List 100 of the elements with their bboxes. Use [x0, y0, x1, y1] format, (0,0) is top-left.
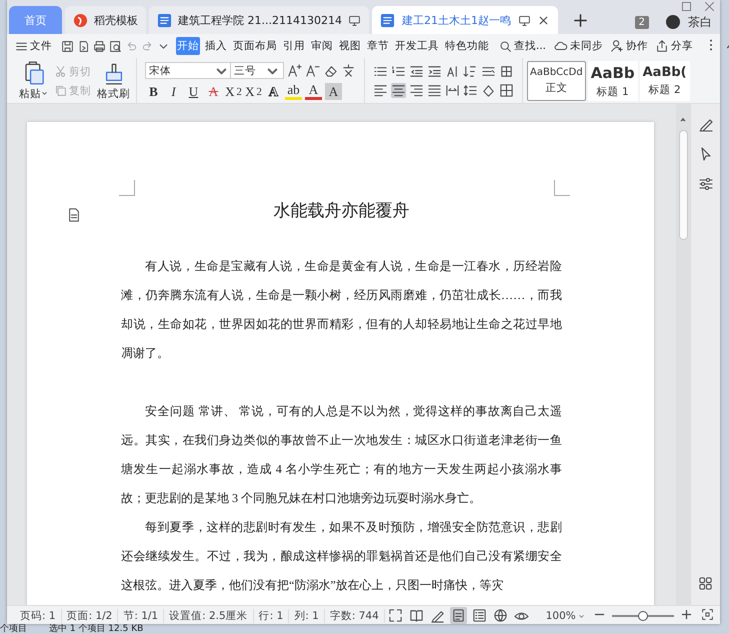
line-spacing-icon[interactable]	[463, 83, 478, 98]
bulleted-list-icon[interactable]	[373, 64, 388, 79]
decrease-indent-icon[interactable]	[409, 64, 424, 79]
align-left-icon[interactable]	[373, 83, 388, 98]
zoom-select[interactable]: 100%	[546, 610, 585, 622]
ribbon-tab[interactable]: 章节	[366, 37, 390, 55]
document-icon[interactable]	[67, 208, 81, 222]
monitor-icon[interactable]	[348, 14, 361, 26]
user-name[interactable]: 茶白	[688, 14, 712, 30]
document-tab[interactable]: 建工21土木土1赵一鸣	[372, 6, 558, 34]
font-size-select[interactable]: 三号	[230, 62, 284, 79]
paste-button[interactable]: 粘贴	[19, 61, 48, 101]
ribbon-tab[interactable]: 审阅	[310, 37, 334, 55]
ribbon-tab[interactable]: 插入	[204, 37, 228, 55]
margin-corner-mark	[119, 180, 135, 196]
status-item: 页码: 1	[15, 608, 62, 622]
cloud-button[interactable]: 未同步	[554, 39, 604, 53]
grow-font-icon[interactable]	[287, 63, 302, 78]
explorer-status-text: 个项目	[0, 624, 27, 634]
ribbon-tab[interactable]: 引用	[282, 37, 306, 55]
monitor-icon[interactable]	[518, 14, 531, 26]
font-select[interactable]: 宋体	[145, 62, 233, 79]
outline-view-icon[interactable]	[472, 608, 487, 623]
ribbon-tab[interactable]: 开发工具	[394, 37, 440, 55]
ribbon-tab[interactable]: 页面布局	[232, 37, 278, 55]
avatar[interactable]	[666, 15, 680, 29]
format-button[interactable]: I	[165, 83, 182, 100]
margin-corner-mark	[554, 180, 570, 196]
paragraph: 每到夏季，这样的悲剧时有发生，如果不及时预防，增强安全防范意识，悲剧还会继续发生。不过，我为，酿成这样惨祸的罪魁祸首还是他们自己没有紧绷安全这根弦。进入夏季，他们没有把“防溺水”放在心上，只图一时痛快，等灾	[121, 519, 562, 594]
text-direction-icon[interactable]	[445, 64, 460, 79]
document-tab[interactable]: 建筑工程学院 21...2114130214	[149, 6, 369, 34]
style-preset[interactable]: AaBb( 标题 2	[640, 61, 690, 101]
align-center-icon[interactable]	[391, 83, 406, 98]
document-tab[interactable]: 稻壳模板	[65, 6, 146, 34]
justify-icon[interactable]	[427, 83, 442, 98]
window-count-badge[interactable]: 2	[634, 16, 649, 28]
shrink-font-icon[interactable]	[305, 63, 320, 78]
numbered-list-icon[interactable]	[391, 64, 406, 79]
scrollbar-thumb[interactable]	[678, 130, 688, 240]
search-button[interactable]: 查找...	[499, 39, 546, 53]
cloud-icon	[554, 39, 568, 53]
increase-indent-icon[interactable]	[427, 64, 442, 79]
format-button[interactable]: A	[205, 83, 222, 100]
fullscreen-icon[interactable]	[388, 608, 403, 623]
format-painter-button[interactable]: 格式刷	[97, 61, 130, 101]
format-button[interactable]: A	[305, 83, 322, 100]
zoom-in-icon[interactable]	[680, 608, 693, 620]
paragraph: 有人说，生命是宝藏有人说，生命是黄金有人说，生命是一江春水，历经岩险滩，仍奔腾东流有人说，生命是一颗小树，经历风雨磨难，仍茁壮成长……，而我却说，生命如花，世界因如花的世界而精彩，但有的人却轻易地让生命之花过早地凋谢了。	[121, 258, 562, 362]
status-item: 节: 1/1	[118, 608, 164, 622]
status-item: 行: 1	[254, 608, 290, 622]
person-plus-icon	[610, 39, 624, 53]
globe-icon[interactable]	[492, 608, 508, 623]
format-button[interactable]: U	[185, 83, 202, 100]
share-button[interactable]: 分享	[655, 39, 694, 53]
copy-icon	[54, 84, 67, 97]
paragraph-spacing-icon[interactable]	[481, 64, 496, 79]
caret-icon	[41, 89, 48, 97]
close-icon[interactable]	[536, 14, 550, 26]
format-button[interactable]: ab	[285, 83, 302, 100]
print-icon[interactable]	[93, 40, 106, 52]
status-item: 列: 1	[289, 608, 325, 622]
status-item: 页面: 1/2	[62, 608, 118, 622]
format-button[interactable]: A	[325, 83, 342, 100]
preview-icon[interactable]	[109, 40, 122, 52]
slider-thumb[interactable]	[638, 610, 648, 620]
borders-icon[interactable]	[499, 64, 514, 79]
plus-icon	[572, 12, 588, 28]
align-right-icon[interactable]	[409, 83, 424, 98]
phonetic-guide-icon[interactable]	[341, 63, 356, 78]
distribute-icon[interactable]	[445, 83, 460, 98]
eraser-icon[interactable]	[323, 63, 338, 78]
format-button[interactable]: A	[265, 83, 282, 100]
fit-window-icon[interactable]	[701, 608, 714, 620]
document-icon	[380, 12, 395, 28]
paragraph: 安全问题 常讲、 常说，可有的人总是不以为然，觉得这样的事故离自己太遥远。其实，在我们身边类似的事故曾不止一次地发生：城区水口街道老津老街一鱼塘发生一起溺水事故，造成 4 名小学生死亡；有的地方一天发生两起小孩溺水事故；更悲剧的是某地 3 个同胞兄妹在村口池塘旁边玩耍时溺水身亡。	[121, 403, 562, 507]
fill-icon[interactable]	[481, 83, 496, 98]
style-preset[interactable]: AaBb 标题 1	[588, 61, 638, 101]
scroll-up-icon[interactable]	[679, 115, 687, 123]
style-preset[interactable]: AaBbCcDd 正文	[527, 61, 586, 101]
sort-icon[interactable]	[463, 64, 478, 79]
document-icon	[157, 12, 172, 28]
search-icon	[499, 40, 512, 52]
grid-icon[interactable]	[698, 576, 713, 591]
status-item: 字数: 744	[324, 608, 385, 622]
sliders-icon[interactable]	[698, 176, 714, 192]
file-menu[interactable]: 文件	[15, 39, 52, 53]
ribbon-tab[interactable]: 视图	[338, 37, 362, 55]
format-button[interactable]: B	[145, 83, 162, 100]
book-icon[interactable]	[408, 608, 424, 623]
people-button[interactable]: 协作	[610, 39, 648, 53]
page-view-icon[interactable]	[450, 608, 466, 623]
save-icon[interactable]	[61, 40, 74, 52]
pen-icon[interactable]	[430, 608, 445, 623]
ribbon-tab[interactable]: 特色功能	[444, 37, 490, 55]
scissors-icon	[54, 65, 67, 78]
output-icon[interactable]	[77, 40, 90, 52]
ribbon-tab[interactable]: 开始	[176, 37, 200, 55]
share-icon	[655, 39, 670, 53]
table-icon[interactable]	[499, 83, 514, 98]
flame-icon	[73, 12, 88, 28]
